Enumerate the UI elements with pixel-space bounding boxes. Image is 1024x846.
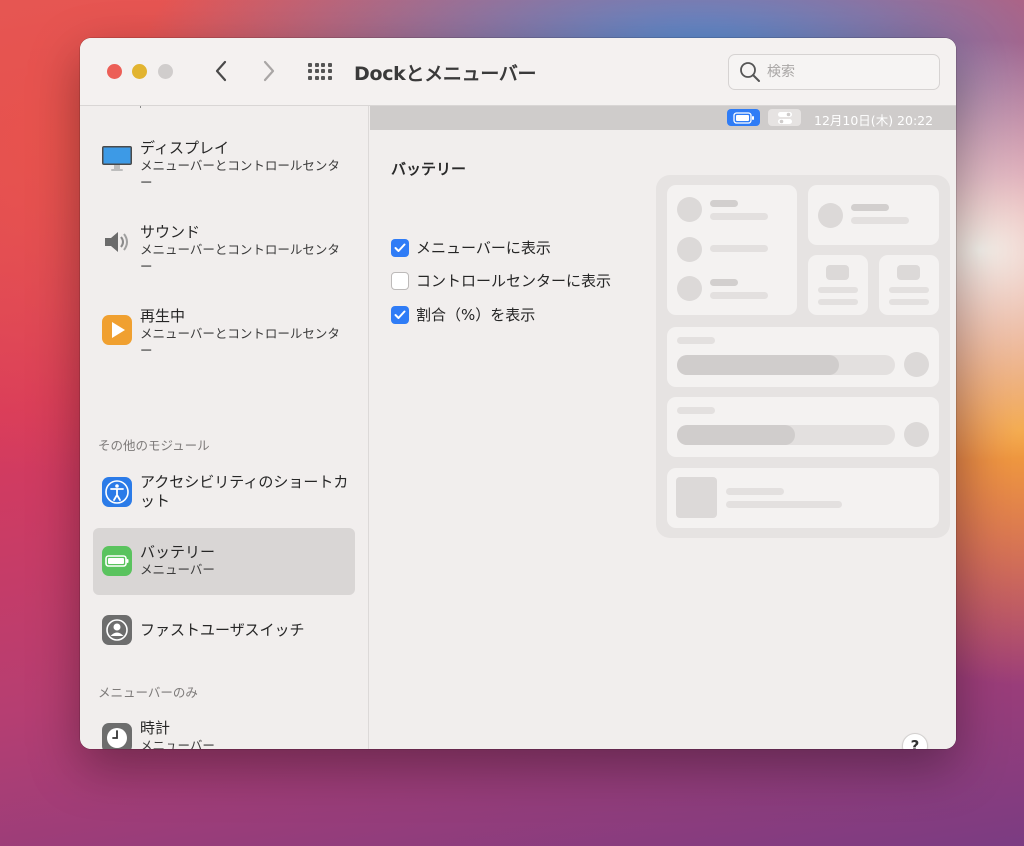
sidebar-item-title: ディスプレイ bbox=[140, 139, 229, 157]
battery-settings-pane: 12月10日(木) 20:22 バッテリー メニューバーに表示 コントロールセン… bbox=[370, 106, 956, 749]
sidebar-item-clock[interactable]: 時計 メニューバー bbox=[93, 710, 355, 749]
clock-icon bbox=[101, 722, 133, 749]
checkbox-show-in-menubar[interactable] bbox=[391, 238, 409, 257]
sidebar-item-title: 再生中 bbox=[140, 307, 186, 325]
preview-tile-focus bbox=[808, 185, 939, 245]
preview-tile-now-playing bbox=[667, 468, 939, 528]
show-all-grid-button[interactable] bbox=[308, 60, 332, 82]
checkbox-show-percentage[interactable] bbox=[391, 305, 409, 324]
sidebar: ディスプレイ メニューバーとコントロールセンター サウンド メニューバーとコント… bbox=[80, 106, 369, 749]
sidebar-item-title: 時計 bbox=[140, 719, 171, 737]
search-field[interactable] bbox=[728, 54, 940, 90]
sidebar-item-sound[interactable]: サウンド メニューバーとコントロールセンター bbox=[93, 220, 355, 290]
scrolled-item-fragment bbox=[140, 106, 146, 108]
option-show-in-control-center[interactable]: コントロールセンターに表示 bbox=[391, 270, 611, 291]
pane-heading: バッテリー bbox=[391, 160, 467, 178]
checkmark-icon bbox=[394, 243, 406, 252]
speaker-icon bbox=[101, 226, 133, 258]
sidebar-item-battery[interactable]: バッテリー メニューバー bbox=[93, 528, 355, 595]
sidebar-item-subtitle: メニューバーとコントロールセンター bbox=[140, 242, 340, 274]
section-header-menubar-only: メニューバーのみ bbox=[98, 685, 198, 700]
menubar-preview: 12月10日(木) 20:22 bbox=[370, 106, 956, 130]
preview-tile-display-slider bbox=[667, 327, 939, 387]
preview-tile-small-2 bbox=[879, 255, 939, 315]
sidebar-item-accessibility-shortcut[interactable]: アクセシビリティのショートカット bbox=[93, 462, 355, 522]
battery-icon bbox=[101, 545, 133, 577]
window-title: Dockとメニューバー bbox=[354, 63, 537, 85]
option-label: メニューバーに表示 bbox=[416, 239, 551, 257]
user-switch-icon bbox=[101, 614, 133, 646]
control-center-icon bbox=[768, 109, 801, 126]
option-label: コントロールセンターに表示 bbox=[416, 272, 612, 290]
option-show-percentage[interactable]: 割合（%）を表示 bbox=[391, 304, 535, 325]
checkbox-show-in-control-center[interactable] bbox=[391, 271, 409, 290]
sidebar-item-fast-user-switching[interactable]: ファストユーザスイッチ bbox=[93, 606, 355, 656]
zoom-window-button[interactable] bbox=[158, 64, 173, 79]
sidebar-item-subtitle: メニューバーとコントロールセンター bbox=[140, 158, 340, 190]
preview-tile-network bbox=[667, 185, 797, 315]
checkmark-icon bbox=[394, 310, 406, 319]
sidebar-item-subtitle: メニューバーとコントロールセンター bbox=[140, 326, 340, 358]
search-input[interactable] bbox=[767, 64, 927, 80]
chevron-left-icon bbox=[215, 60, 227, 82]
sidebar-item-title: アクセシビリティのショートカット bbox=[140, 473, 349, 510]
sidebar-item-subtitle: メニューバー bbox=[140, 562, 215, 577]
sidebar-item-subtitle: メニューバー bbox=[140, 738, 215, 749]
option-label: 割合（%）を表示 bbox=[416, 306, 536, 324]
search-icon bbox=[740, 62, 760, 82]
display-icon bbox=[101, 142, 133, 174]
menubar-battery-icon bbox=[727, 109, 760, 126]
accessibility-icon bbox=[101, 476, 133, 508]
close-window-button[interactable] bbox=[107, 64, 122, 79]
control-center-preview bbox=[656, 175, 950, 538]
preferences-window: Dockとメニューバー ディスプレイ メニューバーとコントロールセンター サウン… bbox=[80, 38, 956, 749]
preview-tile-small-1 bbox=[808, 255, 868, 315]
sidebar-item-title: バッテリー bbox=[140, 543, 216, 561]
forward-button[interactable] bbox=[254, 56, 284, 86]
sidebar-item-now-playing[interactable]: 再生中 メニューバーとコントロールセンター bbox=[93, 304, 355, 374]
sidebar-item-title: サウンド bbox=[140, 223, 201, 241]
toolbar: Dockとメニューバー bbox=[80, 38, 956, 106]
help-button[interactable]: ? bbox=[902, 733, 928, 749]
minimize-window-button[interactable] bbox=[132, 64, 147, 79]
preview-tile-sound-slider bbox=[667, 397, 939, 457]
sidebar-item-title: ファストユーザスイッチ bbox=[140, 621, 305, 639]
sidebar-item-display[interactable]: ディスプレイ メニューバーとコントロールセンター bbox=[93, 136, 355, 206]
option-show-in-menubar[interactable]: メニューバーに表示 bbox=[391, 237, 551, 258]
chevron-right-icon bbox=[263, 60, 275, 82]
play-icon bbox=[101, 314, 133, 346]
section-header-other-modules: その他のモジュール bbox=[98, 438, 210, 453]
back-button[interactable] bbox=[206, 56, 236, 86]
menubar-clock: 12月10日(木) 20:22 bbox=[814, 113, 934, 128]
